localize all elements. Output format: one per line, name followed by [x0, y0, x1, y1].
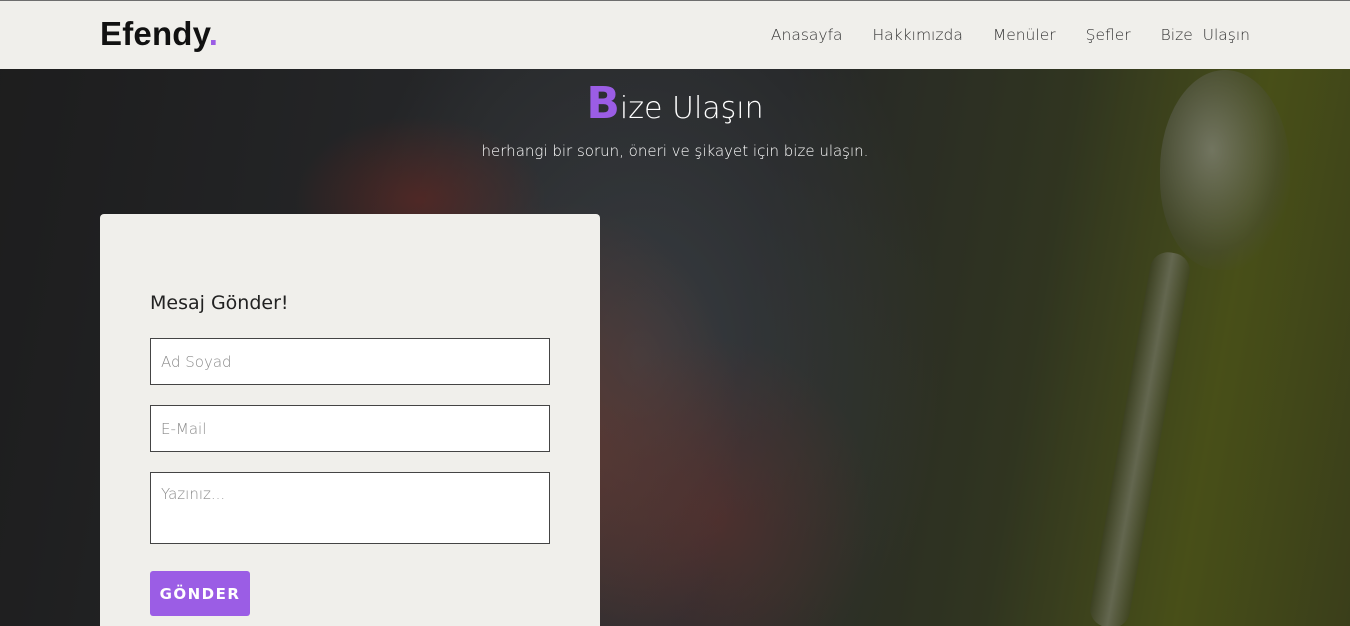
message-field[interactable]: [150, 472, 550, 544]
page-title-rest: ize Ulaşın: [619, 91, 764, 126]
brand-dot: .: [208, 15, 219, 52]
main-nav: Anasayfa Hakkımızda Menüler Şefler Bize …: [771, 26, 1250, 44]
page-title: Bize Ulaşın: [0, 78, 1350, 129]
nav-item-about[interactable]: Hakkımızda: [873, 26, 963, 44]
brand-name: Efendy: [100, 15, 209, 52]
nav-item-menus[interactable]: Menüler: [993, 26, 1056, 44]
form-title: Mesaj Gönder!: [150, 292, 289, 314]
navbar: Efendy. Anasayfa Hakkımızda Menüler Şefl…: [0, 0, 1350, 69]
brand-logo[interactable]: Efendy.: [100, 15, 218, 53]
nav-item-chefs[interactable]: Şefler: [1086, 26, 1131, 44]
contact-form-card: Mesaj Gönder! GÖNDER: [100, 214, 600, 626]
page-title-initial: B: [586, 78, 620, 129]
nav-item-home[interactable]: Anasayfa: [771, 26, 843, 44]
name-field[interactable]: [150, 338, 550, 385]
send-button[interactable]: GÖNDER: [150, 571, 250, 616]
page-subtitle: herhangi bir sorun, öneri ve şikayet içi…: [481, 142, 869, 160]
email-field[interactable]: [150, 405, 550, 452]
nav-item-contact[interactable]: Bize Ulaşın: [1161, 26, 1250, 44]
